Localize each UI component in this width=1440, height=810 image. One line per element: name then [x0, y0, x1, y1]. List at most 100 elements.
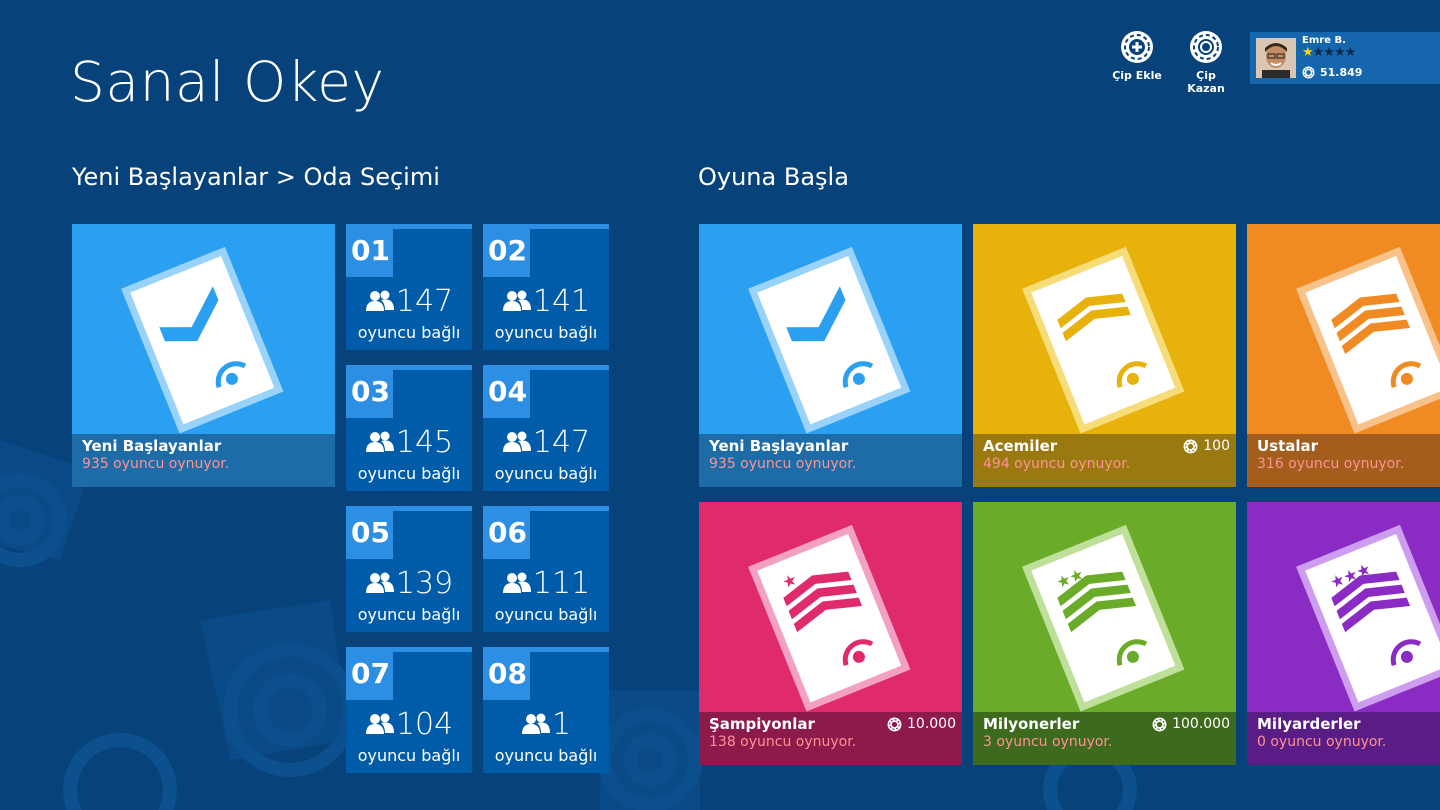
room-number: 06	[488, 516, 527, 549]
chip-icon	[1302, 66, 1315, 79]
room-count-value: 104	[395, 707, 454, 742]
level-players: 0 oyuncu oynuyor.	[1257, 734, 1387, 750]
room-number: 04	[488, 375, 527, 408]
level-tile[interactable]: ★ ★ Milyonerler 3 oyuncu oynuyor. 100.000	[973, 502, 1236, 765]
level-name: Milyarderler	[1257, 715, 1361, 733]
people-icon	[365, 290, 394, 311]
level-players: 494 oyuncu oynuyor.	[983, 456, 1131, 472]
room-tile[interactable]: 03 145 oyuncu bağlı	[346, 365, 472, 491]
level-tile[interactable]: ★ ★ ★ Milyarderler 0 oyuncu oynuyor.	[1247, 502, 1440, 765]
level-entry-chips: 100	[1183, 438, 1230, 454]
room-count-label: oyuncu bağlı	[494, 323, 598, 342]
playing-card-icon: ★★★	[1247, 502, 1440, 712]
user-rating-stars: ★★★★★	[1302, 45, 1356, 60]
level-tile[interactable]: Yeni Başlayanlar 935 oyuncu oynuyor.	[699, 224, 962, 487]
level-players: 935 oyuncu oynuyor.	[709, 456, 857, 472]
level-chips-value: 100	[1203, 438, 1230, 454]
people-icon	[502, 290, 531, 311]
star-icon: ★	[1302, 45, 1314, 60]
room-count-label: oyuncu bağlı	[357, 746, 461, 765]
star-icon: ★	[1333, 45, 1346, 60]
avatar	[1256, 38, 1296, 78]
room-player-count: 1	[483, 710, 609, 740]
room-tile[interactable]: 07 104 oyuncu bağlı	[346, 647, 472, 773]
user-profile-card[interactable]: Emre B. ★★★★★ 51.849	[1250, 32, 1440, 84]
chip-icon	[887, 717, 902, 731]
room-number: 08	[488, 657, 527, 690]
level-players: 316 oyuncu oynuyor.	[1257, 456, 1405, 472]
room-count-label: oyuncu bağlı	[357, 464, 461, 483]
room-count-value: 139	[395, 566, 454, 601]
people-icon	[365, 572, 394, 593]
level-chips-value: 100.000	[1172, 716, 1230, 732]
chip-add-button[interactable]: Çip Ekle	[1107, 30, 1167, 82]
star-icon: ★	[1312, 45, 1325, 60]
playing-card-icon	[973, 224, 1236, 434]
room-number: 01	[351, 234, 390, 267]
room-count-value: 147	[532, 425, 591, 460]
chip-earn-label: Çip Kazan	[1187, 69, 1225, 95]
left-section-title: Yeni Başlayanlar > Oda Seçimi	[72, 163, 440, 191]
room-tile[interactable]: 04 147 oyuncu bağlı	[483, 365, 609, 491]
user-chips-value: 51.849	[1320, 66, 1363, 79]
room-count-value: 145	[395, 425, 454, 460]
room-count-label: oyuncu bağlı	[357, 605, 461, 624]
room-player-count: 141	[483, 287, 609, 317]
room-player-count: 139	[346, 569, 472, 599]
room-player-count: 145	[346, 428, 472, 458]
selected-level-tile[interactable]: Yeni Başlayanlar 935 oyuncu oynuyor.	[72, 224, 335, 487]
selected-level-players: 935 oyuncu oynuyor.	[82, 456, 230, 472]
room-tile[interactable]: 01 147 oyuncu bağlı	[346, 224, 472, 350]
app-title: Sanal Okey	[70, 50, 385, 114]
chip-plus-icon	[1121, 31, 1153, 63]
level-players: 138 oyuncu oynuyor.	[709, 734, 857, 750]
room-number: 03	[351, 375, 390, 408]
level-entry-chips: 10.000	[887, 716, 956, 732]
playing-card-icon	[1247, 224, 1440, 434]
people-icon	[502, 572, 531, 593]
level-entry-chips: 100.000	[1152, 716, 1230, 732]
level-tile[interactable]: Acemiler 494 oyuncu oynuyor. 100	[973, 224, 1236, 487]
room-count-label: oyuncu bağlı	[494, 605, 598, 624]
room-count-label: oyuncu bağlı	[494, 746, 598, 765]
chip-icon	[1183, 439, 1198, 453]
level-name: Ustalar	[1257, 437, 1319, 455]
chip-earn-button[interactable]: Çip Kazan	[1176, 30, 1236, 95]
room-tile[interactable]: 06 111 oyuncu bağlı	[483, 506, 609, 632]
room-count-value: 1	[551, 707, 572, 742]
room-player-count: 147	[346, 287, 472, 317]
room-count-label: oyuncu bağlı	[357, 323, 461, 342]
level-players: 3 oyuncu oynuyor.	[983, 734, 1113, 750]
room-player-count: 147	[483, 428, 609, 458]
room-tile[interactable]: 05 139 oyuncu bağlı	[346, 506, 472, 632]
room-player-count: 111	[483, 569, 609, 599]
playing-card-icon: ★	[699, 502, 962, 712]
level-tile[interactable]: Ustalar 316 oyuncu oynuyor.	[1247, 224, 1440, 487]
people-icon	[502, 431, 531, 452]
playing-card-icon: ★★	[973, 502, 1236, 712]
room-tile[interactable]: 08 1 oyuncu bağlı	[483, 647, 609, 773]
room-count-value: 111	[532, 566, 591, 601]
user-chip-balance: 51.849	[1302, 66, 1362, 79]
playing-card-icon	[699, 224, 962, 434]
room-number: 07	[351, 657, 390, 690]
chip-icon	[1152, 717, 1167, 731]
chip-icon	[1190, 31, 1222, 63]
level-chips-value: 10.000	[907, 716, 956, 732]
people-icon	[521, 713, 550, 734]
level-name: Yeni Başlayanlar	[709, 437, 849, 455]
room-tile[interactable]: 02 141 oyuncu bağlı	[483, 224, 609, 350]
room-player-count: 104	[346, 710, 472, 740]
playing-card-icon	[72, 224, 335, 434]
people-icon	[365, 431, 394, 452]
level-tile[interactable]: ★ Şampiyonlar 138 oyuncu oynuyor. 10.000	[699, 502, 962, 765]
star-icon: ★	[1323, 45, 1335, 60]
room-number: 05	[351, 516, 390, 549]
room-number: 02	[488, 234, 527, 267]
room-count-value: 147	[395, 284, 454, 319]
room-count-value: 141	[532, 284, 591, 319]
room-count-label: oyuncu bağlı	[494, 464, 598, 483]
right-section-title: Oyuna Başla	[698, 163, 849, 191]
selected-level-name: Yeni Başlayanlar	[82, 437, 222, 455]
people-icon	[365, 713, 394, 734]
